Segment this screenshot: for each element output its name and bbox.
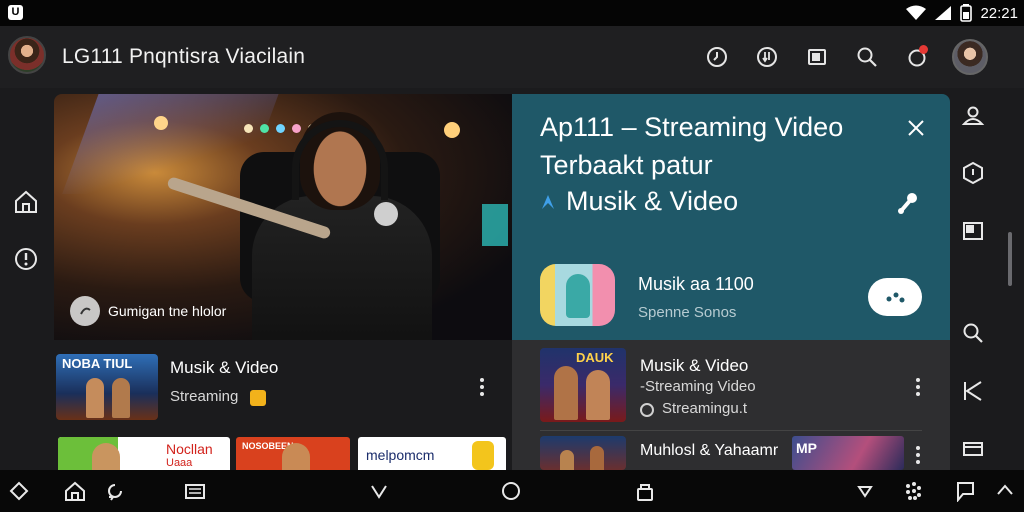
thumbnail-badge: MP [796, 440, 817, 456]
thumbnail-text: NOBA TIUL [62, 356, 133, 371]
thumbnail-text: DAUK [576, 350, 614, 365]
status-icons: 22:21 [906, 3, 1018, 23]
clock-icon[interactable] [702, 42, 732, 72]
lock-icon[interactable] [634, 480, 656, 502]
bottom-card[interactable]: Nocllan Uaaa [58, 437, 230, 470]
video-thumbnail[interactable]: NOBA TIUL [56, 354, 158, 420]
search-icon[interactable] [852, 42, 882, 72]
close-icon[interactable] [904, 116, 928, 140]
video-thumbnail[interactable]: DAUK [540, 348, 626, 422]
list-item-status: Streamingu.t [662, 400, 748, 417]
down-chevron-icon[interactable] [854, 480, 876, 502]
promo-card-subtitle: Spenne Sonos [638, 304, 737, 321]
window-icon[interactable] [960, 218, 986, 244]
notification-badge [919, 45, 928, 54]
promo-panel: Ap111 – Streaming Video Terbaakt patur M… [512, 94, 950, 340]
download-icon[interactable] [752, 42, 782, 72]
battery-icon [960, 4, 973, 22]
android-home-icon[interactable] [8, 480, 30, 502]
divider [540, 430, 922, 431]
list-item-title: Musik & Video [170, 358, 279, 377]
more-options-icon[interactable] [908, 440, 928, 470]
app-badge-icon: U [8, 5, 23, 20]
arrow-icon [542, 194, 554, 209]
bottom-card[interactable]: melpomcm [358, 437, 506, 470]
promo-category-label: Musik & Video [566, 186, 739, 216]
list-item[interactable]: DAUK Musik & Video -Streaming Video Stre… [512, 348, 950, 424]
left-nav-rail [0, 88, 52, 470]
expand-icon[interactable] [994, 480, 1016, 502]
video-thumbnail[interactable]: MP [792, 436, 904, 470]
stage-lamp [154, 116, 168, 130]
video-thumbnail[interactable] [540, 436, 626, 470]
related-list: DAUK Musik & Video -Streaming Video Stre… [512, 340, 950, 470]
contacts-icon[interactable] [960, 102, 986, 128]
refresh-icon[interactable] [104, 480, 126, 502]
more-options-icon[interactable] [908, 372, 928, 402]
system-nav-bar [0, 470, 1024, 512]
right-nav-rail [950, 88, 1024, 470]
microphone-icon [374, 202, 398, 226]
profile-avatar[interactable] [952, 39, 988, 75]
list-item-subtitle: Streaming [170, 388, 239, 405]
list-item-title: Musik & Video [640, 356, 749, 375]
chat-icon[interactable] [954, 480, 976, 502]
clock-time: 22:21 [980, 4, 1018, 22]
link-icon[interactable] [892, 189, 922, 219]
home-icon[interactable] [10, 186, 42, 218]
scrollbar[interactable] [1008, 232, 1012, 286]
live-badge-icon [250, 390, 266, 406]
hero-caption: Gumigan tne hlolor [70, 296, 226, 326]
wifi-icon [906, 5, 927, 20]
status-bar: U 22:21 [0, 0, 1024, 26]
circle-home-icon[interactable] [500, 480, 522, 502]
bottom-card-text: melpomcm [366, 447, 435, 463]
cast-icon[interactable] [802, 42, 832, 72]
back-chevron-icon[interactable] [368, 480, 390, 502]
promo-subtitle: Terbaakt patur [540, 150, 713, 180]
play-button[interactable] [70, 296, 100, 326]
notification-icon[interactable] [902, 42, 932, 72]
promo-card-thumbnail[interactable] [540, 264, 615, 326]
search-icon[interactable] [960, 320, 986, 346]
channel-avatar[interactable] [8, 36, 46, 74]
app-header: LG111 Pnqntisra Viacilain [0, 26, 1024, 88]
list-item[interactable]: Muhlosl & Yahaamr MP [512, 436, 950, 470]
check-icon [640, 403, 654, 417]
header-actions [702, 39, 988, 75]
home-icon[interactable] [64, 480, 86, 502]
promo-title: Ap111 – Streaming Video [540, 112, 844, 142]
cards-icon[interactable] [960, 436, 986, 462]
recent-apps-icon[interactable] [184, 480, 206, 502]
apps-grid-icon[interactable] [902, 480, 924, 502]
promo-card-title: Musik aa 1100 [638, 274, 754, 294]
more-options-icon[interactable] [472, 372, 492, 402]
list-item-subtitle: -Streaming Video [640, 378, 756, 395]
chat-bubble-button[interactable] [868, 278, 922, 316]
bottom-card-text: Nocllan [166, 441, 213, 457]
host-figure [166, 106, 454, 340]
box-icon[interactable] [960, 160, 986, 186]
bottom-card-text: Uaaa [166, 457, 193, 469]
list-item-title: Muhlosl & Yahaamr [640, 442, 779, 459]
cellular-signal-icon [935, 6, 952, 20]
promo-category: Musik & Video [540, 186, 738, 217]
skip-back-icon[interactable] [960, 378, 986, 404]
hero-caption-text: Gumigan tne hlolor [108, 303, 227, 319]
hero-banner[interactable]: Gumigan tne hlolor [54, 94, 512, 340]
bottom-card[interactable]: NOSOBEEN [236, 437, 350, 470]
page-title: LG111 Pnqntisra Viacilain [62, 45, 306, 68]
studio-monitor [482, 204, 508, 246]
power-icon[interactable] [10, 242, 42, 274]
list-item[interactable]: NOBA TIUL Musik & Video Streaming [54, 352, 510, 422]
